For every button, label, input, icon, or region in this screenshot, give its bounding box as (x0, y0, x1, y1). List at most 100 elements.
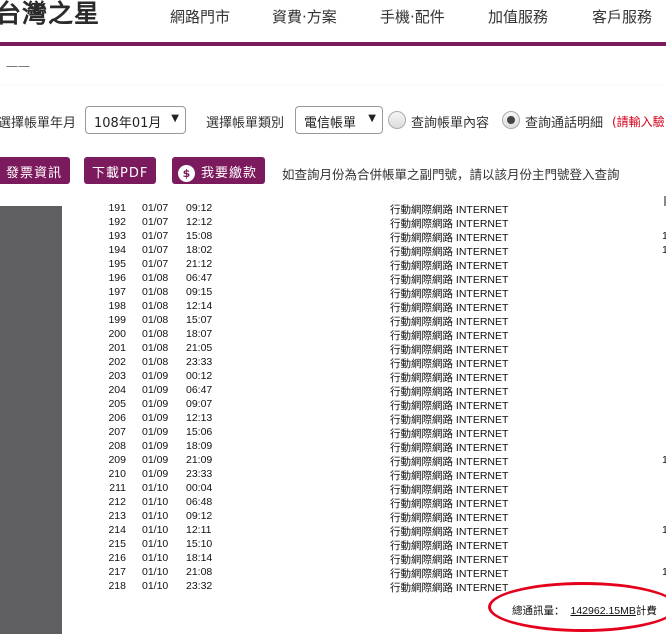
record-date: 01/07 (142, 258, 169, 270)
record-type: 行動網際網路 INTERNET (390, 344, 509, 356)
record-time: 09:12 (186, 510, 212, 522)
record-time: 18:14 (186, 552, 212, 564)
record-date: 01/10 (142, 552, 169, 564)
record-date: 01/09 (142, 398, 169, 410)
table-row: 196 01/08 06:47 行動網際網路 INTERNET (62, 272, 666, 286)
record-type: 行動網際網路 INTERNET (390, 484, 509, 496)
bill-month-value: 108年01月 (94, 116, 162, 131)
table-row: 203 01/09 00:12 行動網際網路 INTERNET (62, 370, 666, 384)
record-time: 18:07 (186, 328, 212, 340)
table-row: 214 01/10 12:11 行動網際網路 INTERNET 1 (62, 524, 666, 538)
record-number: 215 (108, 538, 126, 550)
radio-bill-content-label[interactable]: 查詢帳單內容 (411, 112, 489, 131)
record-type: 行動網際網路 INTERNET (390, 554, 509, 566)
nav-rates-plans[interactable]: 資費·方案 (272, 6, 337, 27)
record-amount: 1 (662, 524, 666, 536)
record-number: 194 (108, 244, 126, 256)
radio-call-detail-label[interactable]: 查詢通話明細 (525, 112, 603, 131)
highlight-ellipse (488, 582, 666, 632)
record-type: 行動網際網路 INTERNET (390, 218, 509, 230)
record-number: 212 (108, 496, 126, 508)
table-row: 211 01/10 00:04 行動網際網路 INTERNET (62, 482, 666, 496)
radio-bill-content[interactable] (388, 111, 406, 129)
record-date: 01/07 (142, 202, 169, 214)
brand-logo[interactable]: 台灣之星 (0, 0, 100, 30)
pay-now-button[interactable]: $ 我要繳款 (172, 157, 266, 184)
record-date: 01/10 (142, 524, 169, 536)
bill-type-select[interactable]: 電信帳單 ▼ (295, 106, 383, 134)
record-number: 195 (108, 258, 126, 270)
record-amount: 1 (662, 454, 666, 466)
record-date: 01/08 (142, 286, 169, 298)
sub-header: 一一 (0, 46, 666, 86)
record-type: 行動網際網路 INTERNET (390, 582, 509, 594)
record-amount: 1 (662, 244, 666, 256)
record-date: 01/09 (142, 412, 169, 424)
record-number: 210 (108, 468, 126, 480)
table-row: 208 01/09 18:09 行動網際網路 INTERNET (62, 440, 666, 454)
radio-call-detail[interactable] (502, 111, 520, 129)
record-date: 01/08 (142, 342, 169, 354)
record-number: 193 (108, 230, 126, 242)
record-date: 01/07 (142, 216, 169, 228)
record-date: 01/08 (142, 356, 169, 368)
record-number: 200 (108, 328, 126, 340)
record-number: 197 (108, 286, 126, 298)
record-time: 00:04 (186, 482, 212, 494)
call-detail-document[interactable]: 191 01/07 09:12 行動網際網路 INTERNET 192 01/07 12:1… (62, 202, 666, 634)
viewer-left-gutter (0, 206, 62, 634)
table-row: 204 01/09 06:47 行動網際網路 INTERNET (62, 384, 666, 398)
sub-header-label: 一一 (6, 60, 31, 74)
record-date: 01/10 (142, 538, 169, 550)
record-date: 01/09 (142, 384, 169, 396)
record-type: 行動網際網路 INTERNET (390, 442, 509, 454)
record-number: 213 (108, 510, 126, 522)
record-number: 203 (108, 370, 126, 382)
record-number: 202 (108, 356, 126, 368)
table-row: 195 01/07 21:12 行動網際網路 INTERNET (62, 258, 666, 272)
record-number: 211 (109, 482, 126, 494)
record-type: 行動網際網路 INTERNET (390, 288, 509, 300)
download-pdf-button[interactable]: 下載PDF (84, 157, 157, 184)
record-time: 18:09 (186, 440, 212, 452)
bill-month-select[interactable]: 108年01月 ▼ (85, 106, 186, 134)
record-type: 行動網際網路 INTERNET (390, 428, 509, 440)
table-row: 210 01/09 23:33 行動網際網路 INTERNET (62, 468, 666, 482)
record-type: 行動網際網路 INTERNET (390, 512, 509, 524)
table-row: 194 01/07 18:02 行動網際網路 INTERNET 1 (62, 244, 666, 258)
record-date: 01/10 (142, 510, 169, 522)
nav-customer-service[interactable]: 客戶服務 (592, 6, 652, 27)
record-time: 15:07 (186, 314, 212, 326)
invoice-info-button[interactable]: 發票資訊 (0, 157, 71, 184)
record-type: 行動網際網路 INTERNET (390, 386, 509, 398)
record-date: 01/08 (142, 272, 169, 284)
record-type: 行動網際網路 INTERNET (390, 400, 509, 412)
top-navigation: 台灣之星 網路門市 資費·方案 手機·配件 加值服務 客戶服務 (0, 0, 666, 42)
record-date: 01/10 (142, 566, 169, 578)
record-time: 21:08 (186, 566, 212, 578)
record-number: 201 (108, 342, 126, 354)
record-number: 207 (108, 426, 126, 438)
table-row: 198 01/08 12:14 行動網際網路 INTERNET (62, 300, 666, 314)
record-time: 00:12 (186, 370, 212, 382)
nav-phones-accessories[interactable]: 手機·配件 (380, 6, 445, 27)
record-time: 12:14 (186, 300, 212, 312)
table-row: 209 01/09 21:09 行動網際網路 INTERNET 1 (62, 454, 666, 468)
nav-value-added-services[interactable]: 加值服務 (488, 6, 548, 27)
table-row: 202 01/08 23:33 行動網際網路 INTERNET (62, 356, 666, 370)
record-amount: 1 (662, 230, 666, 242)
record-number: 205 (108, 398, 126, 410)
record-type: 行動網際網路 INTERNET (390, 274, 509, 286)
record-type: 行動網際網路 INTERNET (390, 470, 509, 482)
nav-online-store[interactable]: 網路門市 (170, 6, 230, 27)
record-date: 01/09 (142, 370, 169, 382)
record-time: 09:07 (186, 398, 212, 410)
record-date: 01/07 (142, 244, 169, 256)
record-number: 191 (108, 202, 126, 214)
record-time: 09:15 (186, 286, 212, 298)
record-type: 行動網際網路 INTERNET (390, 568, 509, 580)
record-type: 行動網際網路 INTERNET (390, 358, 509, 370)
record-number: 209 (108, 454, 126, 466)
record-date: 01/09 (142, 440, 169, 452)
record-type: 行動網際網路 INTERNET (390, 456, 509, 468)
